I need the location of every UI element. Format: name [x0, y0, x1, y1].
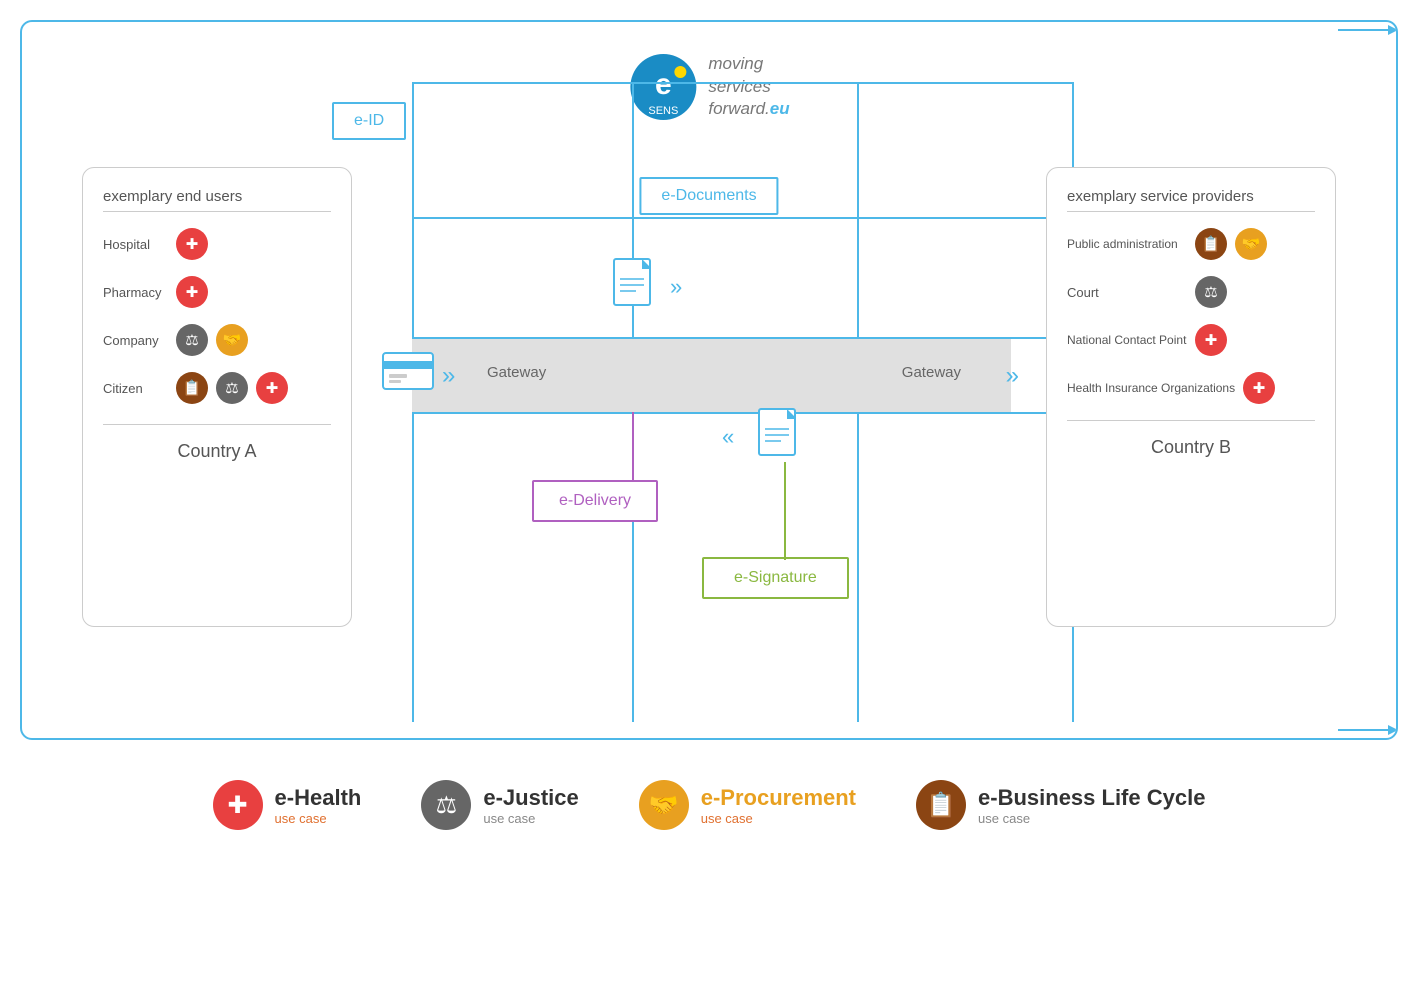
sens-logo: e SENS moving services forward.eu [628, 52, 789, 122]
entity-citizen: Citizen 📋 ⚖ ✚ [103, 372, 331, 404]
eprocurement-title: e-Procurement [701, 785, 856, 811]
e-delivery-box: e-Delivery [532, 480, 658, 522]
right-panel-title: exemplary service providers [1067, 188, 1315, 205]
country-a-label: Country A [103, 441, 331, 462]
ehealth-legend-icon: ✚ [213, 780, 263, 830]
entity-pharmacy: Pharmacy ✚ [103, 276, 331, 308]
left-divider-bottom [103, 424, 331, 425]
e-id-label: e-ID [354, 112, 384, 129]
ncp-label: National Contact Point [1067, 333, 1187, 347]
admin-business-icon: 📋 [1195, 228, 1227, 260]
country-panel-left: exemplary end users Hospital ✚ Pharmacy … [82, 167, 352, 627]
diagram-container: e SENS moving services forward.eu e-ID [20, 20, 1398, 740]
insurance-health-icon: ✚ [1243, 372, 1275, 404]
country-b-label: Country B [1067, 437, 1315, 458]
right-divider-bottom [1067, 420, 1315, 421]
country-panel-right: exemplary service providers Public admin… [1046, 167, 1336, 627]
health-insurance-label: Health Insurance Organizations [1067, 381, 1235, 395]
entity-ncp: National Contact Point ✚ [1067, 324, 1315, 356]
bottom-arrow-icon [1338, 720, 1398, 740]
pharmacy-label: Pharmacy [103, 285, 168, 300]
e-documents-box: e-Documents [639, 177, 778, 215]
ebusiness-legend-icon: 📋 [916, 780, 966, 830]
logo-text: moving services forward.eu [708, 53, 789, 122]
citizen-justice-icon: ⚖ [216, 372, 248, 404]
ebusiness-subtitle: use case [978, 811, 1205, 826]
entity-health-insurance: Health Insurance Organizations ✚ [1067, 372, 1315, 404]
top-arrow-icon [1338, 20, 1398, 40]
e-delivery-label: e-Delivery [559, 492, 631, 509]
citizen-business-icon: 📋 [176, 372, 208, 404]
vline-signature [784, 462, 786, 560]
admin-procurement-icon: 🤝 [1235, 228, 1267, 260]
hline-gateway-bottom [412, 412, 1077, 414]
e-signature-label: e-Signature [734, 569, 817, 586]
gateway-right-label: Gateway [902, 364, 961, 381]
public-admin-label: Public administration [1067, 237, 1187, 251]
entity-hospital: Hospital ✚ [103, 228, 331, 260]
gateway-left-label: Gateway [487, 364, 546, 381]
court-justice-icon: ⚖ [1195, 276, 1227, 308]
legend-ebusiness: 📋 e-Business Life Cycle use case [916, 780, 1205, 830]
ejustice-subtitle: use case [483, 811, 578, 826]
forward-text: forward. [708, 99, 769, 118]
gateway-card-left [382, 352, 437, 397]
e-id-box: e-ID [332, 102, 406, 140]
hline-gateway-top [412, 337, 1077, 339]
ebusiness-title: e-Business Life Cycle [978, 785, 1205, 811]
eprocurement-legend-text: e-Procurement use case [701, 785, 856, 826]
document-icon-bottom [757, 407, 807, 472]
entity-company: Company ⚖ 🤝 [103, 324, 331, 356]
double-arrow-band-right: » [1006, 362, 1014, 390]
hline-top [412, 217, 1072, 219]
e-signature-box: e-Signature [702, 557, 849, 599]
sens-logo-icon: e SENS [628, 52, 698, 122]
main-wrapper: e SENS moving services forward.eu e-ID [0, 0, 1418, 985]
ehealth-title: e-Health [275, 785, 362, 811]
svg-text:SENS: SENS [648, 105, 678, 117]
hospital-label: Hospital [103, 237, 168, 252]
ehealth-subtitle: use case [275, 811, 362, 826]
double-arrow-bottom-left: « [722, 424, 730, 450]
ejustice-title: e-Justice [483, 785, 578, 811]
e-documents-label: e-Documents [661, 187, 756, 204]
ehealth-legend-text: e-Health use case [275, 785, 362, 826]
eu-text: eu [770, 99, 790, 118]
document-icon-top [612, 257, 662, 322]
right-divider [1067, 211, 1315, 212]
company-justice-icon: ⚖ [176, 324, 208, 356]
company-procurement-icon: 🤝 [216, 324, 248, 356]
citizen-health-icon: ✚ [256, 372, 288, 404]
ebusiness-legend-text: e-Business Life Cycle use case [978, 785, 1205, 826]
legend-area: ✚ e-Health use case ⚖ e-Justice use case… [20, 760, 1398, 850]
left-panel-title: exemplary end users [103, 188, 331, 205]
hline-upper [412, 82, 1072, 84]
ejustice-legend-icon: ⚖ [421, 780, 471, 830]
citizen-label: Citizen [103, 381, 168, 396]
legend-ehealth: ✚ e-Health use case [213, 780, 362, 830]
eprocurement-subtitle: use case [701, 811, 856, 826]
ncp-health-icon: ✚ [1195, 324, 1227, 356]
double-arrow-band-left: » [442, 362, 450, 390]
company-label: Company [103, 333, 168, 348]
legend-eprocurement: 🤝 e-Procurement use case [639, 780, 856, 830]
svg-text:e: e [655, 68, 672, 101]
entity-court: Court ⚖ [1067, 276, 1315, 308]
court-label: Court [1067, 285, 1187, 300]
hospital-health-icon: ✚ [176, 228, 208, 260]
double-arrow-top-right: » [670, 274, 678, 300]
vline-delivery [632, 412, 634, 482]
entity-public-admin: Public administration 📋 🤝 [1067, 228, 1315, 260]
legend-ejustice: ⚖ e-Justice use case [421, 780, 578, 830]
left-divider [103, 211, 331, 212]
pharmacy-health-icon: ✚ [176, 276, 208, 308]
ejustice-legend-text: e-Justice use case [483, 785, 578, 826]
eprocurement-legend-icon: 🤝 [639, 780, 689, 830]
